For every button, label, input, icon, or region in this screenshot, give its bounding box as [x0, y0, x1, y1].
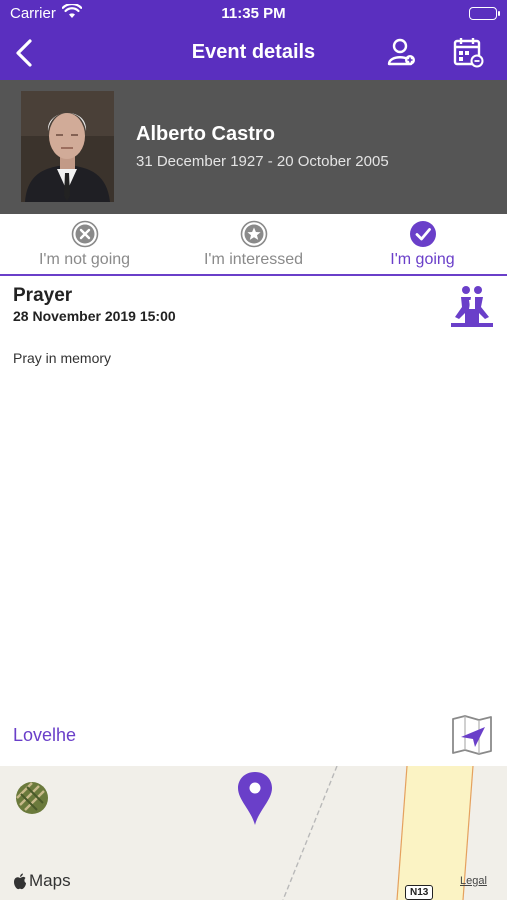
event-details: Prayer 28 November 2019 15:00 Pray in me…: [0, 278, 507, 718]
prayer-icon: [449, 283, 495, 329]
check-circle-icon: [409, 221, 436, 247]
page-title: Event details: [191, 41, 316, 63]
person-contact-icon: [387, 38, 415, 66]
apple-logo-icon: [14, 873, 26, 889]
maps-attribution: Maps: [13, 871, 71, 891]
map-pin-icon[interactable]: [236, 770, 274, 826]
battery-icon: [469, 7, 500, 20]
maps-brand-label: Maps: [29, 871, 71, 890]
location-name[interactable]: Lovelhe: [13, 725, 76, 746]
directions-button[interactable]: [451, 715, 493, 755]
not-going-label: I'm not going: [38, 251, 131, 268]
status-bar: Carrier 11:35 PM: [0, 0, 507, 26]
nav-bar: Event details: [0, 26, 507, 80]
calendar-edit-icon: [453, 38, 484, 68]
map-directions-icon: [452, 715, 492, 755]
interested-label: I'm interessed: [203, 251, 304, 268]
going-label: I'm going: [390, 251, 455, 268]
x-circle-icon: [71, 220, 98, 248]
life-dates: 31 December 1927 - 20 October 2005: [136, 153, 389, 170]
status-time: 11:35 PM: [221, 5, 286, 22]
event-title: Prayer: [13, 285, 73, 306]
location-map[interactable]: Maps N13 Legal: [0, 766, 507, 900]
interested-option[interactable]: I'm interessed: [169, 220, 338, 269]
contact-button[interactable]: [386, 36, 418, 68]
star-circle-icon: [240, 220, 267, 248]
portrait-photo: [21, 91, 114, 202]
deceased-profile: Alberto Castro 31 December 1927 - 20 Oct…: [0, 80, 507, 214]
event-datetime: 28 November 2019 15:00: [13, 308, 176, 324]
road-label: N13: [405, 885, 434, 900]
event-location: Lovelhe: [0, 713, 507, 765]
deceased-name: Alberto Castro: [136, 123, 275, 145]
event-description: Pray in memory: [13, 350, 112, 366]
legal-link[interactable]: Legal: [460, 875, 487, 887]
calendar-button[interactable]: [452, 36, 484, 68]
satellite-toggle-icon[interactable]: [15, 781, 49, 815]
going-option[interactable]: I'm going: [338, 220, 507, 269]
not-going-option[interactable]: I'm not going: [0, 220, 169, 269]
rsvp-options: I'm not going I'm interessed I'm going: [0, 214, 507, 276]
